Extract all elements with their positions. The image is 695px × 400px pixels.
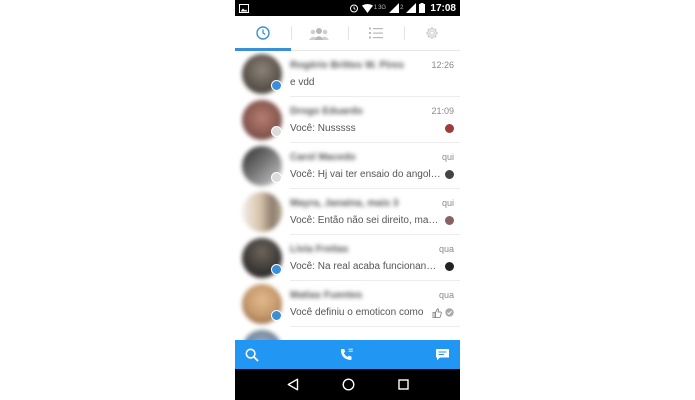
message-preview: Você: Então não sei direito, mas... [290, 215, 441, 226]
phone-screen: 1 3G 2 17:08 Rogério Brittes W. Pires 12… [235, 0, 460, 400]
conversation-row[interactable]: Lívia Freitas qua Você: Na real acaba fu… [235, 235, 460, 281]
message-preview: e vdd [290, 77, 315, 88]
message-time: qui [441, 152, 454, 162]
signal-icon [406, 3, 417, 13]
message-time: qui [441, 198, 454, 208]
message-preview: Você definiu o emoticon como [290, 307, 424, 318]
seen-avatar-icon [445, 262, 454, 271]
contact-name: Carol Macedo [290, 151, 356, 163]
avatar [242, 192, 282, 232]
contact-name: Lívia Freitas [290, 243, 349, 255]
conversation-list: Rogério Brittes W. Pires 12:26 e vdd Dro… [235, 51, 460, 340]
conversation-row[interactable]: Carol Macedo qui Você: Hj vai ter ensaio… [235, 143, 460, 189]
bottom-action-bar [235, 340, 460, 369]
thumbs-up-icon [432, 307, 442, 318]
messenger-badge-icon [271, 126, 282, 137]
contact-name: Matias Fuentes [290, 289, 363, 301]
message-time: 12:26 [431, 60, 454, 70]
new-message-icon[interactable] [435, 348, 450, 361]
avatar [242, 330, 282, 340]
conversation-row[interactable]: Drogo Eduardo 21:09 Você: Nusssss [235, 97, 460, 143]
delivered-check-icon [445, 308, 454, 317]
contact-name: Drogo Eduardo [290, 105, 363, 117]
messenger-badge-icon [271, 264, 282, 275]
call-icon[interactable] [340, 348, 354, 361]
tab-groups[interactable] [347, 16, 404, 50]
clock-icon [256, 26, 270, 40]
tab-recent[interactable] [235, 16, 292, 51]
list-icon [368, 27, 383, 39]
gear-icon [425, 26, 439, 40]
contact-name: Mayra, Janaina, mais 3 [290, 197, 399, 209]
message-time: qua [438, 244, 454, 254]
sim1-label: 1 [373, 5, 378, 11]
conversation-row-partial[interactable] [235, 327, 460, 340]
status-bar: 1 3G 2 17:08 [235, 0, 460, 16]
seen-avatar-icon [445, 216, 454, 225]
search-icon[interactable] [245, 347, 259, 362]
status-time: 17:08 [430, 2, 456, 14]
wifi-icon [361, 3, 373, 13]
messenger-badge-icon [271, 80, 282, 91]
signal-icon [389, 3, 400, 13]
home-icon[interactable] [341, 378, 355, 391]
battery-icon [419, 3, 426, 13]
messenger-badge-icon [271, 172, 282, 183]
back-icon[interactable] [287, 378, 299, 391]
conversation-row[interactable]: Matias Fuentes qua Você definiu o emotic… [235, 281, 460, 327]
message-time: qua [438, 290, 454, 300]
message-preview: Você: Na real acaba funcionando... [290, 261, 441, 272]
message-preview: Você: Nusssss [290, 123, 356, 134]
people-icon [309, 27, 330, 40]
seen-avatar-icon [445, 170, 454, 179]
seen-avatar-icon [445, 124, 454, 133]
message-time: 21:09 [431, 106, 454, 116]
tab-settings[interactable] [403, 16, 460, 50]
tab-people[interactable] [291, 16, 347, 50]
alarm-icon [349, 3, 359, 13]
conversation-row[interactable]: Rogério Brittes W. Pires 12:26 e vdd [235, 51, 460, 97]
contact-name: Rogério Brittes W. Pires [290, 59, 404, 71]
top-tabs [235, 16, 460, 51]
system-nav-bar [235, 369, 460, 400]
recents-icon[interactable] [397, 379, 409, 390]
messenger-badge-icon [271, 310, 282, 321]
network-label: 3G [378, 5, 387, 11]
conversation-row[interactable]: Mayra, Janaina, mais 3 qui Você: Então n… [235, 189, 460, 235]
message-preview: Você: Hj vai ter ensaio do angola... [290, 169, 441, 180]
sim2-label: 2 [400, 5, 404, 11]
image-icon [239, 3, 249, 13]
